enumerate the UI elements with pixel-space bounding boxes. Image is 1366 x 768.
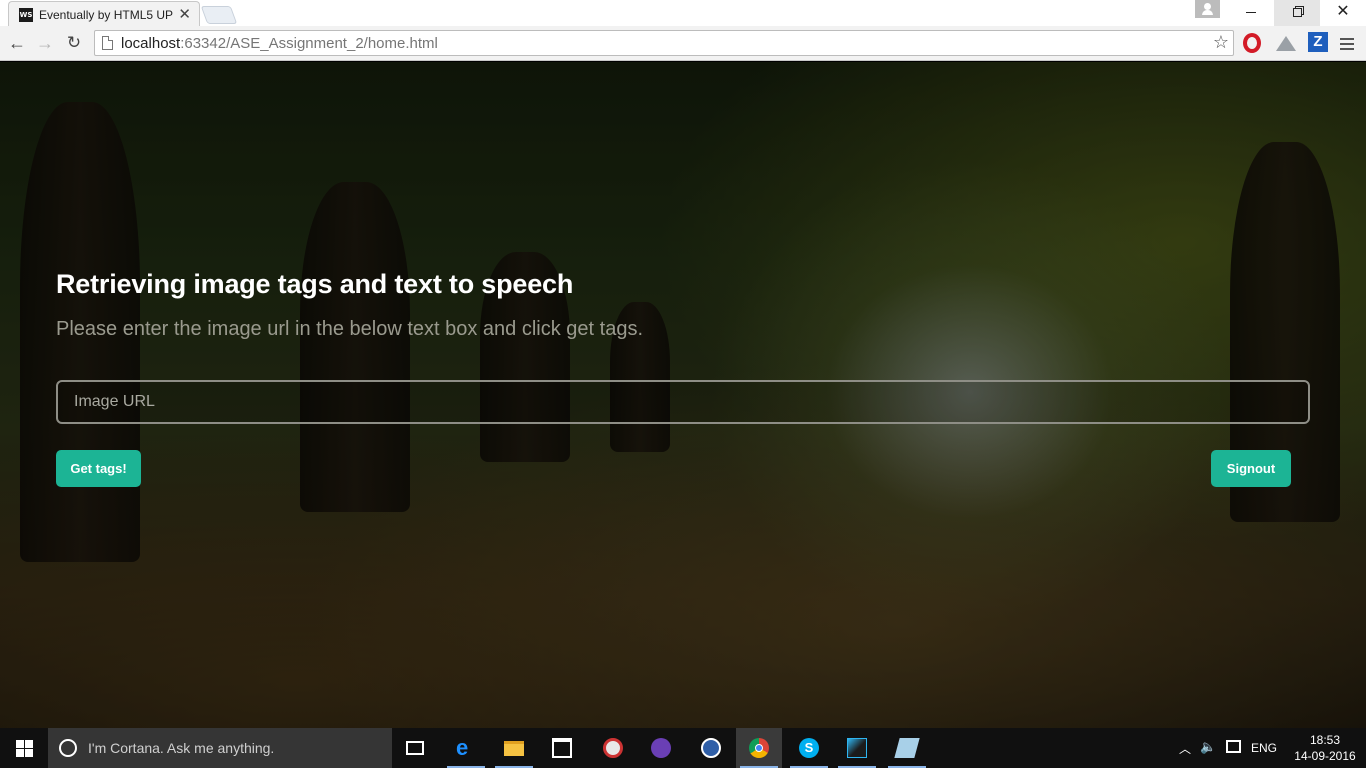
url-host: localhost (121, 35, 181, 52)
image-url-input[interactable] (56, 380, 1310, 424)
drive-extension-icon[interactable] (1276, 36, 1296, 51)
webstorm-icon[interactable] (834, 728, 880, 768)
edge-icon[interactable]: e (443, 728, 489, 768)
tab-title: Eventually by HTML5 UP (39, 8, 174, 22)
page-subtitle: Please enter the image url in the below … (56, 318, 644, 340)
clock-date: 14-09-2016 (1294, 749, 1356, 763)
browser-tabstrip: WS Eventually by HTML5 UP ✕ ✕ (0, 0, 1366, 26)
volume-icon[interactable]: 🔈 (1200, 739, 1216, 755)
clock[interactable]: 18:53 14-09-2016 (1293, 732, 1357, 764)
tray-chevron-up-icon[interactable]: ︿ (1179, 740, 1191, 757)
profile-user-icon[interactable] (1195, 0, 1220, 18)
address-bar[interactable]: localhost:63342/ASE_Assignment_2/home.ht… (94, 30, 1234, 56)
close-window-button[interactable]: ✕ (1320, 0, 1366, 26)
chrome-menu-icon[interactable] (1340, 35, 1356, 55)
reload-icon[interactable]: ↻ (62, 31, 86, 55)
new-tab-button[interactable] (200, 6, 238, 24)
page-title: Retrieving image tags and text to speech (56, 269, 574, 299)
store-icon[interactable] (539, 728, 585, 768)
language-indicator[interactable]: ENG (1251, 741, 1277, 755)
url-text[interactable]: localhost:63342/ASE_Assignment_2/home.ht… (121, 35, 438, 52)
get-tags-button[interactable]: Get tags! (56, 450, 141, 487)
red-round-app-icon[interactable] (590, 728, 636, 768)
minimize-button[interactable] (1228, 0, 1274, 26)
purple-app-icon[interactable] (638, 728, 684, 768)
chrome-icon[interactable] (736, 728, 782, 768)
opera-extension-icon[interactable] (1243, 33, 1261, 53)
browser-tab[interactable]: WS Eventually by HTML5 UP ✕ (8, 1, 200, 26)
taskbar: I'm Cortana. Ask me anything. e S ︿ � (0, 728, 1366, 768)
browser-toolbar: ← → ↻ localhost:63342/ASE_Assignment_2/h… (0, 26, 1366, 61)
action-center-icon[interactable] (1226, 740, 1241, 753)
restore-button[interactable] (1274, 0, 1320, 26)
webstorm-favicon-icon: WS (19, 8, 33, 22)
z-extension-icon[interactable]: Z (1308, 32, 1328, 52)
cortana-search-box[interactable]: I'm Cortana. Ask me anything. (48, 728, 392, 768)
skype-icon[interactable]: S (786, 728, 832, 768)
notepad-app-icon[interactable] (884, 728, 930, 768)
windows-start-icon[interactable] (0, 728, 48, 768)
cortana-icon (59, 739, 77, 757)
bookmark-star-icon[interactable]: ☆ (1213, 32, 1229, 53)
url-path: :63342/ASE_Assignment_2/home.html (180, 35, 438, 52)
blue-tree-app-icon[interactable] (688, 728, 734, 768)
forward-arrow-icon[interactable]: → (33, 31, 57, 55)
page-icon (102, 36, 113, 50)
tab-close-icon[interactable]: ✕ (178, 5, 191, 23)
task-view-icon[interactable] (393, 728, 439, 768)
signout-button[interactable]: Signout (1211, 450, 1291, 487)
page-viewport: Retrieving image tags and text to speech… (0, 62, 1366, 728)
file-explorer-icon[interactable] (491, 728, 537, 768)
clock-time: 18:53 (1309, 733, 1341, 747)
back-arrow-icon[interactable]: ← (5, 31, 29, 55)
cortana-placeholder: I'm Cortana. Ask me anything. (88, 740, 275, 756)
